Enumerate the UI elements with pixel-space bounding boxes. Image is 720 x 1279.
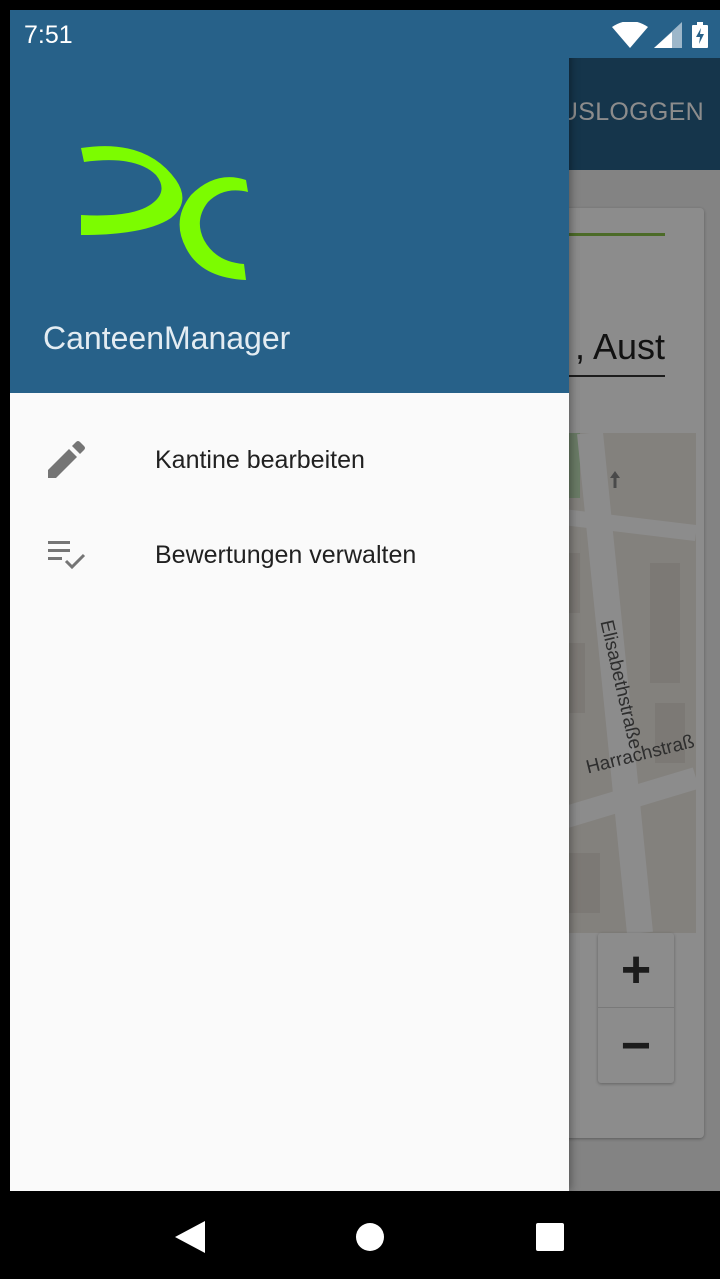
wifi-icon — [612, 22, 648, 48]
system-nav-bar — [10, 1191, 720, 1279]
battery-charging-icon — [692, 22, 708, 48]
recents-icon[interactable] — [534, 1221, 566, 1253]
pencil-icon — [48, 441, 85, 478]
drawer-app-name: CanteenManager — [43, 320, 291, 356]
back-icon[interactable] — [173, 1219, 207, 1255]
drawer-header: CanteenManager — [10, 10, 569, 393]
menu-item-manage-ratings[interactable]: Bewertungen verwalten — [10, 507, 569, 601]
menu-item-label: Bewertungen verwalten — [155, 541, 417, 569]
menu-item-label: Kantine bearbeiten — [155, 446, 365, 474]
screen: 7:51 USLOGGEN , Aust Elisabethstraße Har… — [10, 10, 720, 1279]
menu-item-edit-canteen[interactable]: Kantine bearbeiten — [10, 412, 569, 506]
playlist-check-icon — [48, 541, 86, 570]
signal-icon — [654, 22, 682, 48]
app-logo-icon — [81, 146, 248, 280]
home-icon[interactable] — [354, 1221, 386, 1253]
navigation-drawer: CanteenManager Kantine bearbeiten Bewert… — [10, 10, 569, 1191]
status-icons — [612, 22, 712, 48]
status-bar: 7:51 — [10, 10, 720, 58]
status-time: 7:51 — [24, 21, 73, 49]
